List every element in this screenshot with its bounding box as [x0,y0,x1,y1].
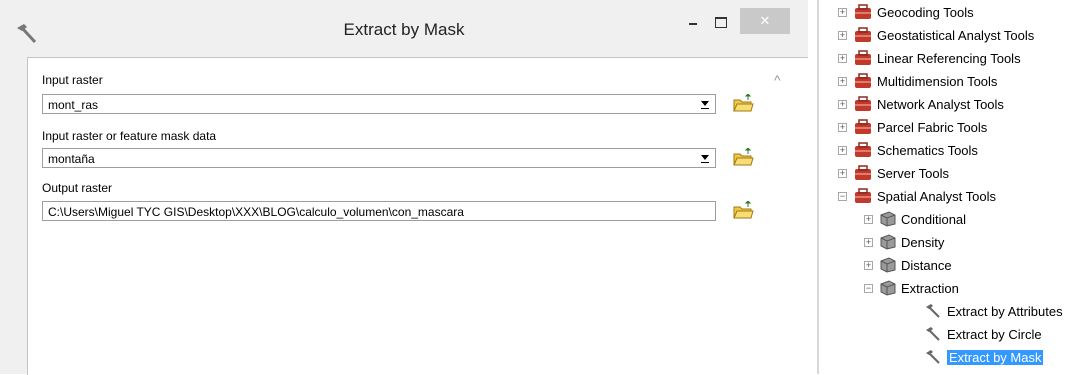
minimize-icon [689,23,697,25]
toolbox-icon [855,188,871,203]
mask-data-label: Input raster or feature mask data [42,129,217,143]
arctoolbox-tree: + Geocoding Tools + Geostatistical Analy… [817,0,1090,374]
minimize-button[interactable] [680,10,706,36]
toolbox-icon [855,73,871,88]
toolset-icon [880,280,896,296]
mask-data-combo[interactable]: montaña [42,148,716,168]
tree-item-label: Extraction [901,281,959,296]
tree-item-label: Network Analyst Tools [877,97,1004,112]
tree-item-label: Density [901,235,945,250]
toolbox-icon [855,4,871,19]
toolset-icon [880,257,896,273]
browse-folder-button[interactable] [732,148,754,168]
expand-icon[interactable]: + [864,214,873,224]
browse-folder-button[interactable] [732,201,754,221]
tree-item-label: Multidimension Tools [877,74,998,89]
toolbox-icon [855,27,871,42]
toolset-icon [880,234,896,250]
mask-data-value: montaña [48,152,95,166]
output-raster-label: Output raster [42,181,113,195]
toolset-icon [880,211,896,227]
toolbox-icon [855,96,871,111]
toolbox-icon [855,119,871,134]
tree-item-label-selected: Extract by Mask [947,350,1044,365]
expand-icon[interactable]: + [838,53,847,63]
close-button[interactable]: ✕ [740,8,790,34]
tree-item-label: Distance [901,258,952,273]
tree-item-label: Server Tools [877,166,950,181]
toolbox-icon [855,50,871,65]
input-raster-combo[interactable]: mont_ras [42,94,716,114]
expand-icon[interactable]: + [838,30,847,40]
tree-item-label: Geocoding Tools [877,5,974,20]
collapse-icon[interactable]: − [838,191,847,201]
tree-item-label: Geostatistical Analyst Tools [877,28,1035,43]
expand-icon[interactable]: + [838,76,847,86]
extract-by-mask-dialog: Extract by Mask ✕ ^ Input raster mont_ra… [0,0,808,375]
expand-icon[interactable]: + [838,122,847,132]
expand-icon[interactable]: + [838,145,847,155]
maximize-icon [715,17,727,28]
toolbox-icon [855,165,871,180]
scroll-up-icon[interactable]: ^ [774,72,781,88]
tool-hammer-icon [926,304,940,318]
expand-icon[interactable]: + [864,237,873,247]
output-raster-input[interactable]: C:\Users\Miguel TYC GIS\Desktop\XXX\BLOG… [42,201,716,221]
tree-item-label: Extract by Circle [947,327,1042,342]
tree-item-label: Linear Referencing Tools [877,51,1021,66]
parameters-panel: ^ Input raster mont_ras Input raster or … [27,57,808,375]
tree-item-label: Schematics Tools [877,143,978,158]
browse-folder-button[interactable] [732,94,754,114]
tool-hammer-icon [926,327,940,341]
toolbox-icon [855,142,871,157]
expand-icon[interactable]: + [838,7,847,17]
input-raster-value: mont_ras [48,98,99,112]
tree-item-label: Parcel Fabric Tools [877,120,988,135]
expand-icon[interactable]: + [864,260,873,270]
title-bar[interactable]: Extract by Mask ✕ [0,0,808,58]
dropdown-arrow-icon[interactable] [699,152,711,164]
tree-item-label: Extract by Attributes [947,304,1063,319]
tree-item-label: Spatial Analyst Tools [877,189,996,204]
tree-item-label: Conditional [901,212,967,227]
output-raster-value: C:\Users\Miguel TYC GIS\Desktop\XXX\BLOG… [48,205,464,219]
expand-icon[interactable]: + [838,99,847,109]
collapse-icon[interactable]: − [864,283,873,293]
input-raster-label: Input raster [42,73,103,87]
dropdown-arrow-icon[interactable] [699,98,711,110]
tool-hammer-icon [926,350,940,364]
maximize-button[interactable] [708,10,734,36]
expand-icon[interactable]: + [838,168,847,178]
